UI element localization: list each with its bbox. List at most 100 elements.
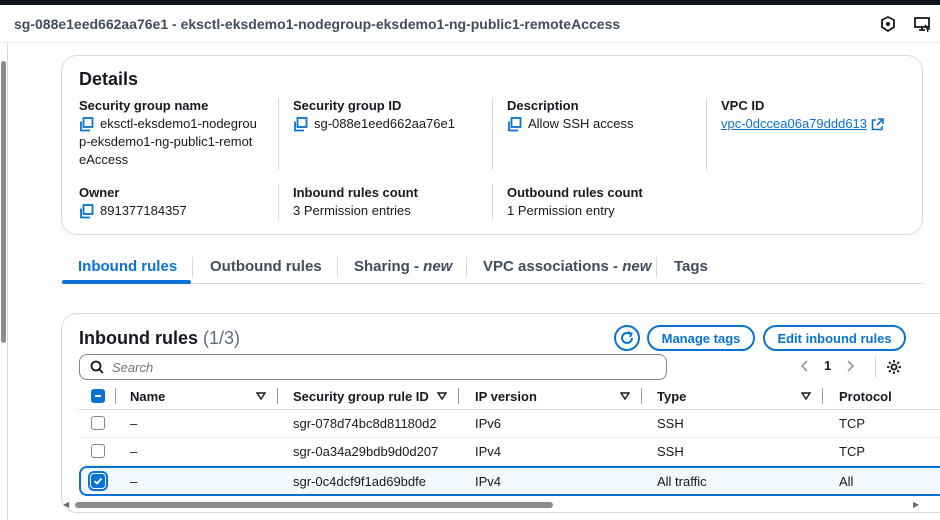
sort-caret-icon[interactable]	[801, 392, 811, 400]
security-group-id-field: Security group ID sg-088e1eed662aa76e1	[293, 97, 483, 133]
sort-caret-icon[interactable]	[620, 392, 630, 400]
column-divider	[706, 98, 707, 170]
page-title: sg-088e1eed662aa76e1 - eksctl-eksdemo1-n…	[14, 15, 621, 32]
owner-value: 891377184357	[100, 203, 187, 218]
copy-icon[interactable]	[507, 117, 522, 132]
column-divider	[115, 388, 116, 404]
details-heading: Details	[79, 69, 139, 89]
copy-icon[interactable]	[79, 117, 94, 132]
outbound-rules-count-value: 1 Permission entry	[507, 203, 615, 218]
table-row[interactable]: – sgr-078d74bc8d81180d2 IPv6 SSH TCP	[79, 410, 940, 438]
cell-protocol: All	[839, 474, 854, 489]
sort-caret-icon[interactable]	[437, 392, 447, 400]
column-divider	[492, 98, 493, 170]
column-divider	[278, 184, 279, 220]
search-field[interactable]	[79, 354, 667, 380]
select-all-checkbox[interactable]	[91, 389, 105, 403]
cell-type: SSH	[657, 444, 684, 459]
inbound-rules-count-label: Inbound rules count	[293, 185, 418, 200]
manage-tags-button[interactable]: Manage tags	[647, 325, 755, 351]
tab-outbound-rules[interactable]: Outbound rules	[210, 258, 322, 275]
vpc-id-label: VPC ID	[721, 98, 765, 113]
column-divider	[278, 98, 279, 170]
column-header-protocol[interactable]: Protocol	[839, 389, 892, 404]
refresh-icon	[621, 331, 633, 344]
chevron-left-icon[interactable]	[800, 359, 810, 372]
horizontal-scrollbar-thumb[interactable]	[75, 502, 553, 508]
sort-caret-icon[interactable]	[256, 392, 266, 400]
tab-sharing[interactable]: Sharing - new	[354, 258, 452, 275]
pager-divider	[875, 356, 876, 378]
description-field: Description Allow SSH access	[507, 97, 697, 133]
cell-name: –	[130, 474, 138, 489]
security-group-name-value: eksctl-eksdemo1-nodegrou p-eksdemo1-ng-p…	[79, 116, 257, 167]
horizontal-scrollbar[interactable]: ◀ ▶	[61, 499, 923, 511]
column-header-name[interactable]: Name	[130, 389, 165, 404]
tab-divider	[466, 257, 467, 277]
column-header-type[interactable]: Type	[657, 389, 686, 404]
row-checkbox[interactable]	[88, 471, 108, 491]
table-row[interactable]: – sgr-0a34a29bdb9d0d207 IPv4 SSH TCP	[79, 438, 940, 466]
table-row-selected[interactable]: – sgr-0c4dcf9f1ad69bdfe IPv4 All traffic…	[79, 466, 940, 496]
tab-list: Inbound rules Outbound rules Sharing - n…	[61, 250, 923, 284]
column-header-ip-version[interactable]: IP version	[475, 389, 537, 404]
cell-ip-version: IPv4	[475, 474, 502, 489]
cell-rule-id: sgr-078d74bc8d81180d2	[293, 416, 437, 431]
column-divider	[492, 184, 493, 220]
column-header-rule-id[interactable]: Security group rule ID	[293, 389, 429, 404]
shield-icon[interactable]	[878, 14, 898, 34]
cell-ip-version: IPv4	[475, 444, 502, 459]
copy-icon[interactable]	[293, 117, 308, 132]
inbound-rules-panel: Inbound rules (1/3) Manage tags Edit inb…	[61, 313, 940, 513]
inbound-rules-count-value: 3 Permission entries	[293, 203, 411, 218]
outbound-rules-count-label: Outbound rules count	[507, 185, 643, 200]
row-checkbox[interactable]	[91, 416, 105, 430]
security-group-id-value: sg-088e1eed662aa76e1	[314, 116, 455, 131]
owner-label: Owner	[79, 185, 120, 200]
current-page[interactable]: 1	[824, 358, 831, 373]
security-group-name-label: Security group name	[79, 98, 209, 113]
tab-inbound-rules[interactable]: Inbound rules	[78, 258, 177, 275]
cell-type: All traffic	[657, 474, 707, 489]
cell-protocol: TCP	[839, 416, 865, 431]
column-divider	[458, 388, 459, 404]
search-input[interactable]	[112, 359, 632, 375]
remote-desktop-icon[interactable]	[912, 14, 932, 34]
copy-icon[interactable]	[79, 204, 94, 219]
refresh-button[interactable]	[614, 325, 640, 351]
tab-divider	[656, 257, 657, 277]
cell-rule-id: sgr-0a34a29bdb9d0d207	[293, 444, 439, 459]
settings-gear-icon[interactable]	[886, 359, 902, 375]
security-group-name-field: Security group name eksctl-eksdemo1-node…	[79, 97, 269, 169]
cell-type: SSH	[657, 416, 684, 431]
scroll-right-arrow[interactable]: ▶	[913, 500, 919, 509]
row-checkbox[interactable]	[91, 444, 105, 458]
tab-tags[interactable]: Tags	[674, 258, 708, 275]
vertical-scrollbar[interactable]	[0, 43, 8, 520]
tab-vpc-associations[interactable]: VPC associations - new	[483, 258, 651, 275]
scroll-left-arrow[interactable]: ◀	[63, 500, 69, 509]
vpc-id-link[interactable]: vpc-0dccea06a79ddd613	[721, 115, 884, 133]
page-header: sg-088e1eed662aa76e1 - eksctl-eksdemo1-n…	[0, 5, 940, 43]
pagination: 1	[800, 358, 855, 373]
search-icon	[90, 360, 104, 374]
column-divider	[822, 388, 823, 404]
cell-name: –	[130, 416, 138, 431]
chevron-right-icon[interactable]	[845, 359, 855, 372]
details-panel: Details Security group name eksctl-eksde…	[61, 55, 923, 235]
description-label: Description	[507, 98, 579, 113]
security-group-id-label: Security group ID	[293, 98, 402, 113]
edit-inbound-rules-button[interactable]: Edit inbound rules	[763, 325, 906, 351]
vertical-scrollbar-thumb[interactable]	[1, 61, 6, 343]
table-header: Name Security group rule ID IP version T…	[79, 382, 940, 410]
vpc-id-field: VPC ID vpc-0dccea06a79ddd613	[721, 97, 911, 133]
tab-divider	[192, 257, 193, 277]
tab-divider	[337, 257, 338, 277]
external-link-icon	[871, 117, 884, 130]
description-value: Allow SSH access	[528, 116, 634, 131]
owner-field: Owner 891377184357	[79, 184, 269, 220]
cell-ip-version: IPv6	[475, 416, 502, 431]
cell-name: –	[130, 444, 138, 459]
outbound-rules-count-field: Outbound rules count 1 Permission entry	[507, 184, 697, 220]
column-divider	[277, 388, 278, 404]
